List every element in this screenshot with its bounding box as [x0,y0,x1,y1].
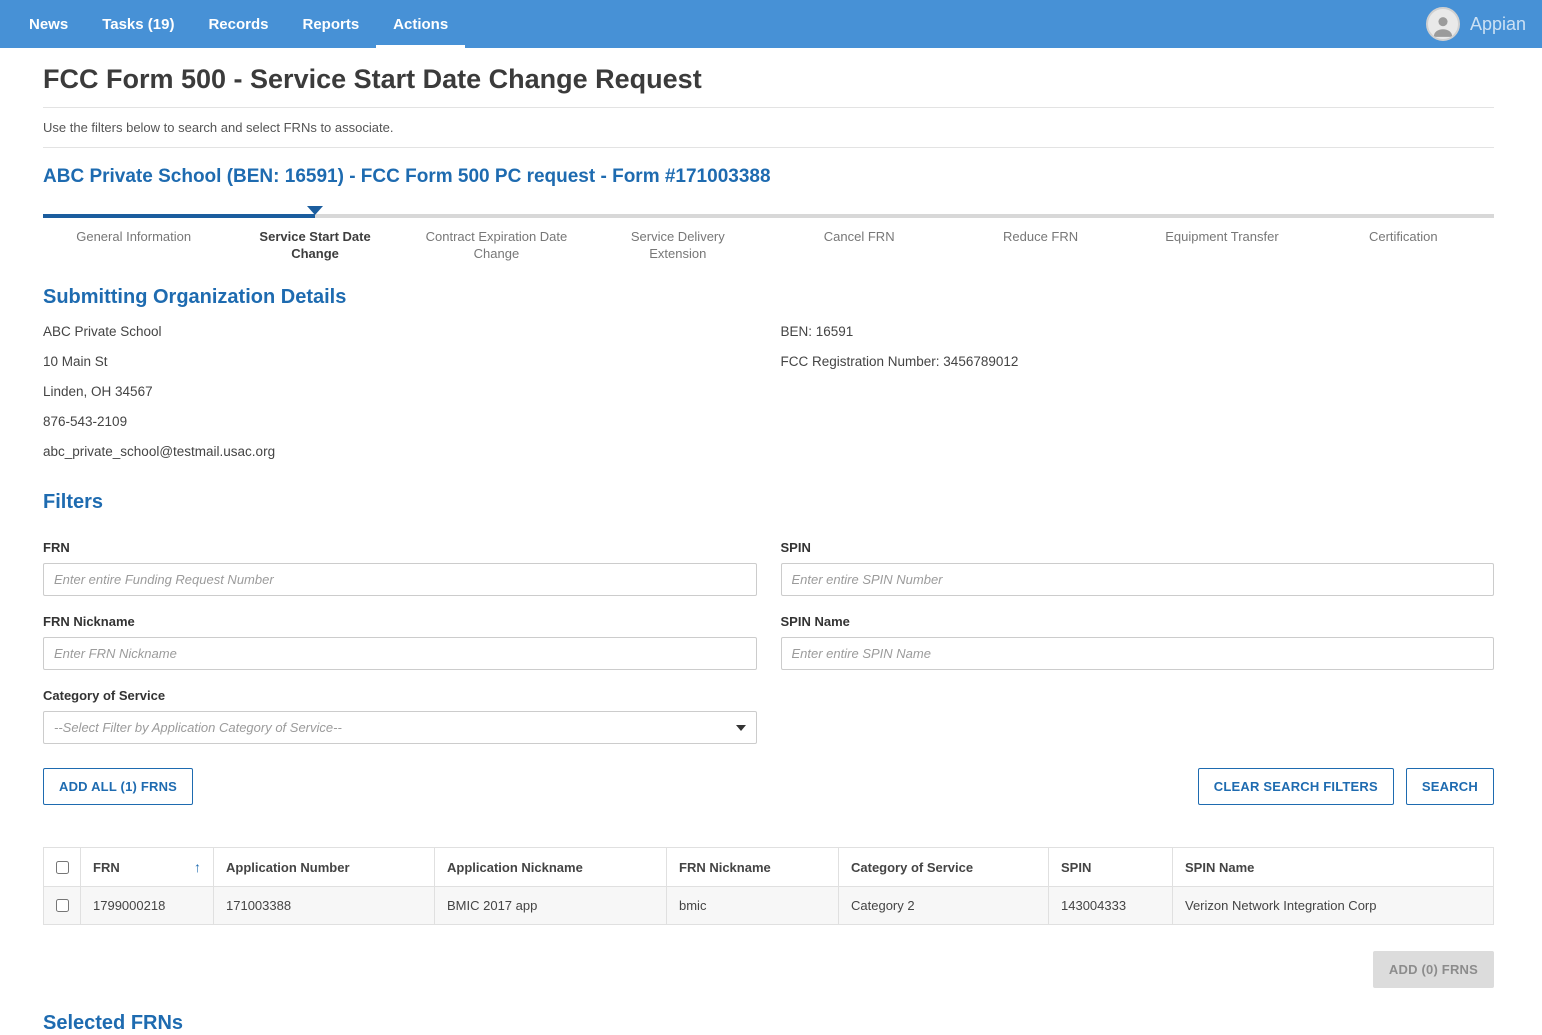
frn-results-table: FRN ↑ Application Number Application Nic… [43,847,1494,925]
wizard-stepper: General Information Service Start Date C… [43,214,1494,262]
category-of-service-label: Category of Service [43,688,757,703]
filters-right-column: SPIN SPIN Name [781,522,1495,744]
frn-nickname-input[interactable] [43,637,757,670]
row-select-checkbox[interactable] [56,899,69,912]
org-details-right: BEN: 16591 FCC Registration Number: 3456… [781,317,1495,467]
step-contract-expiration-date-change[interactable]: Contract Expiration Date Change [406,218,587,262]
filter-actions-row: ADD ALL (1) FRNS CLEAR SEARCH FILTERS SE… [43,768,1494,805]
person-icon [1430,13,1456,39]
page-content: FCC Form 500 - Service Start Date Change… [0,64,1542,1035]
selected-frns-heading: Selected FRNs [43,1012,1494,1035]
org-name: ABC Private School [43,317,757,347]
nav-item-records[interactable]: Records [191,0,285,48]
brand-logo-text: Appian [1470,14,1526,35]
chevron-down-icon [736,725,746,731]
org-address-city: Linden, OH 34567 [43,377,757,407]
step-general-information[interactable]: General Information [43,218,224,262]
org-address-street: 10 Main St [43,347,757,377]
nav-item-actions[interactable]: Actions [376,0,465,48]
filters-grid: FRN FRN Nickname Category of Service --S… [43,522,1494,744]
filters-heading: Filters [43,491,1494,514]
org-fcc-registration-number: FCC Registration Number: 3456789012 [781,347,1495,377]
form-heading: ABC Private School (BEN: 16591) - FCC Fo… [43,166,1494,188]
search-button[interactable]: SEARCH [1406,768,1494,805]
step-cancel-frn[interactable]: Cancel FRN [769,218,950,262]
column-header-category-of-service[interactable]: Category of Service [839,848,1049,887]
add-all-frns-button[interactable]: ADD ALL (1) FRNS [43,768,193,805]
org-details: ABC Private School 10 Main St Linden, OH… [43,317,1494,467]
frn-label: FRN [43,540,757,555]
column-header-spin-name[interactable]: SPIN Name [1173,848,1494,887]
step-service-start-date-change[interactable]: Service Start Date Change [224,218,405,262]
table-header-row: FRN ↑ Application Number Application Nic… [44,848,1494,887]
column-header-frn[interactable]: FRN [93,860,120,875]
clear-search-filters-button[interactable]: CLEAR SEARCH FILTERS [1198,768,1394,805]
spin-name-input[interactable] [781,637,1495,670]
stepper-track [43,214,1494,218]
page-subtitle: Use the filters below to search and sele… [43,108,1494,148]
spin-name-label: SPIN Name [781,614,1495,629]
add-selected-frns-button[interactable]: ADD (0) FRNS [1373,951,1494,988]
cell-application-number: 171003388 [214,887,435,925]
spin-label: SPIN [781,540,1495,555]
cell-spin: 143004333 [1049,887,1173,925]
top-navigation-bar: News Tasks (19) Records Reports Actions … [0,0,1542,48]
user-avatar[interactable] [1426,7,1460,41]
frn-input[interactable] [43,563,757,596]
cell-category-of-service: Category 2 [839,887,1049,925]
column-header-application-number[interactable]: Application Number [214,848,435,887]
cell-spin-name: Verizon Network Integration Corp [1173,887,1494,925]
column-header-frn-nickname[interactable]: FRN Nickname [667,848,839,887]
category-of-service-selected-value: --Select Filter by Application Category … [54,720,342,735]
org-phone: 876-543-2109 [43,407,757,437]
org-email: abc_private_school@testmail.usac.org [43,437,757,467]
step-certification[interactable]: Certification [1313,218,1494,262]
column-header-application-nickname[interactable]: Application Nickname [435,848,667,887]
spin-input[interactable] [781,563,1495,596]
filters-left-column: FRN FRN Nickname Category of Service --S… [43,522,757,744]
nav-item-reports[interactable]: Reports [285,0,376,48]
topbar-right-group: Appian [1426,0,1526,48]
step-reduce-frn[interactable]: Reduce FRN [950,218,1131,262]
page-title: FCC Form 500 - Service Start Date Change… [43,64,1494,95]
column-header-spin[interactable]: SPIN [1049,848,1173,887]
cell-frn-nickname: bmic [667,887,839,925]
stepper-current-step-arrow-icon [307,206,323,215]
cell-application-nickname: BMIC 2017 app [435,887,667,925]
step-service-delivery-extension[interactable]: Service Delivery Extension [587,218,768,262]
sort-ascending-icon[interactable]: ↑ [194,859,201,875]
stepper-labels: General Information Service Start Date C… [43,218,1494,262]
org-ben: BEN: 16591 [781,317,1495,347]
step-equipment-transfer[interactable]: Equipment Transfer [1131,218,1312,262]
cell-frn: 1799000218 [81,887,214,925]
category-of-service-select[interactable]: --Select Filter by Application Category … [43,711,757,744]
frn-nickname-label: FRN Nickname [43,614,757,629]
org-details-left: ABC Private School 10 Main St Linden, OH… [43,317,757,467]
org-details-heading: Submitting Organization Details [43,286,1494,309]
nav-item-news[interactable]: News [12,0,85,48]
filter-actions-right: CLEAR SEARCH FILTERS SEARCH [1198,768,1494,805]
stepper-progress-bar [43,214,315,218]
select-all-checkbox[interactable] [56,861,69,874]
add-selected-row: ADD (0) FRNS [43,951,1494,988]
table-row: 1799000218 171003388 BMIC 2017 app bmic … [44,887,1494,925]
nav-item-tasks[interactable]: Tasks (19) [85,0,191,48]
